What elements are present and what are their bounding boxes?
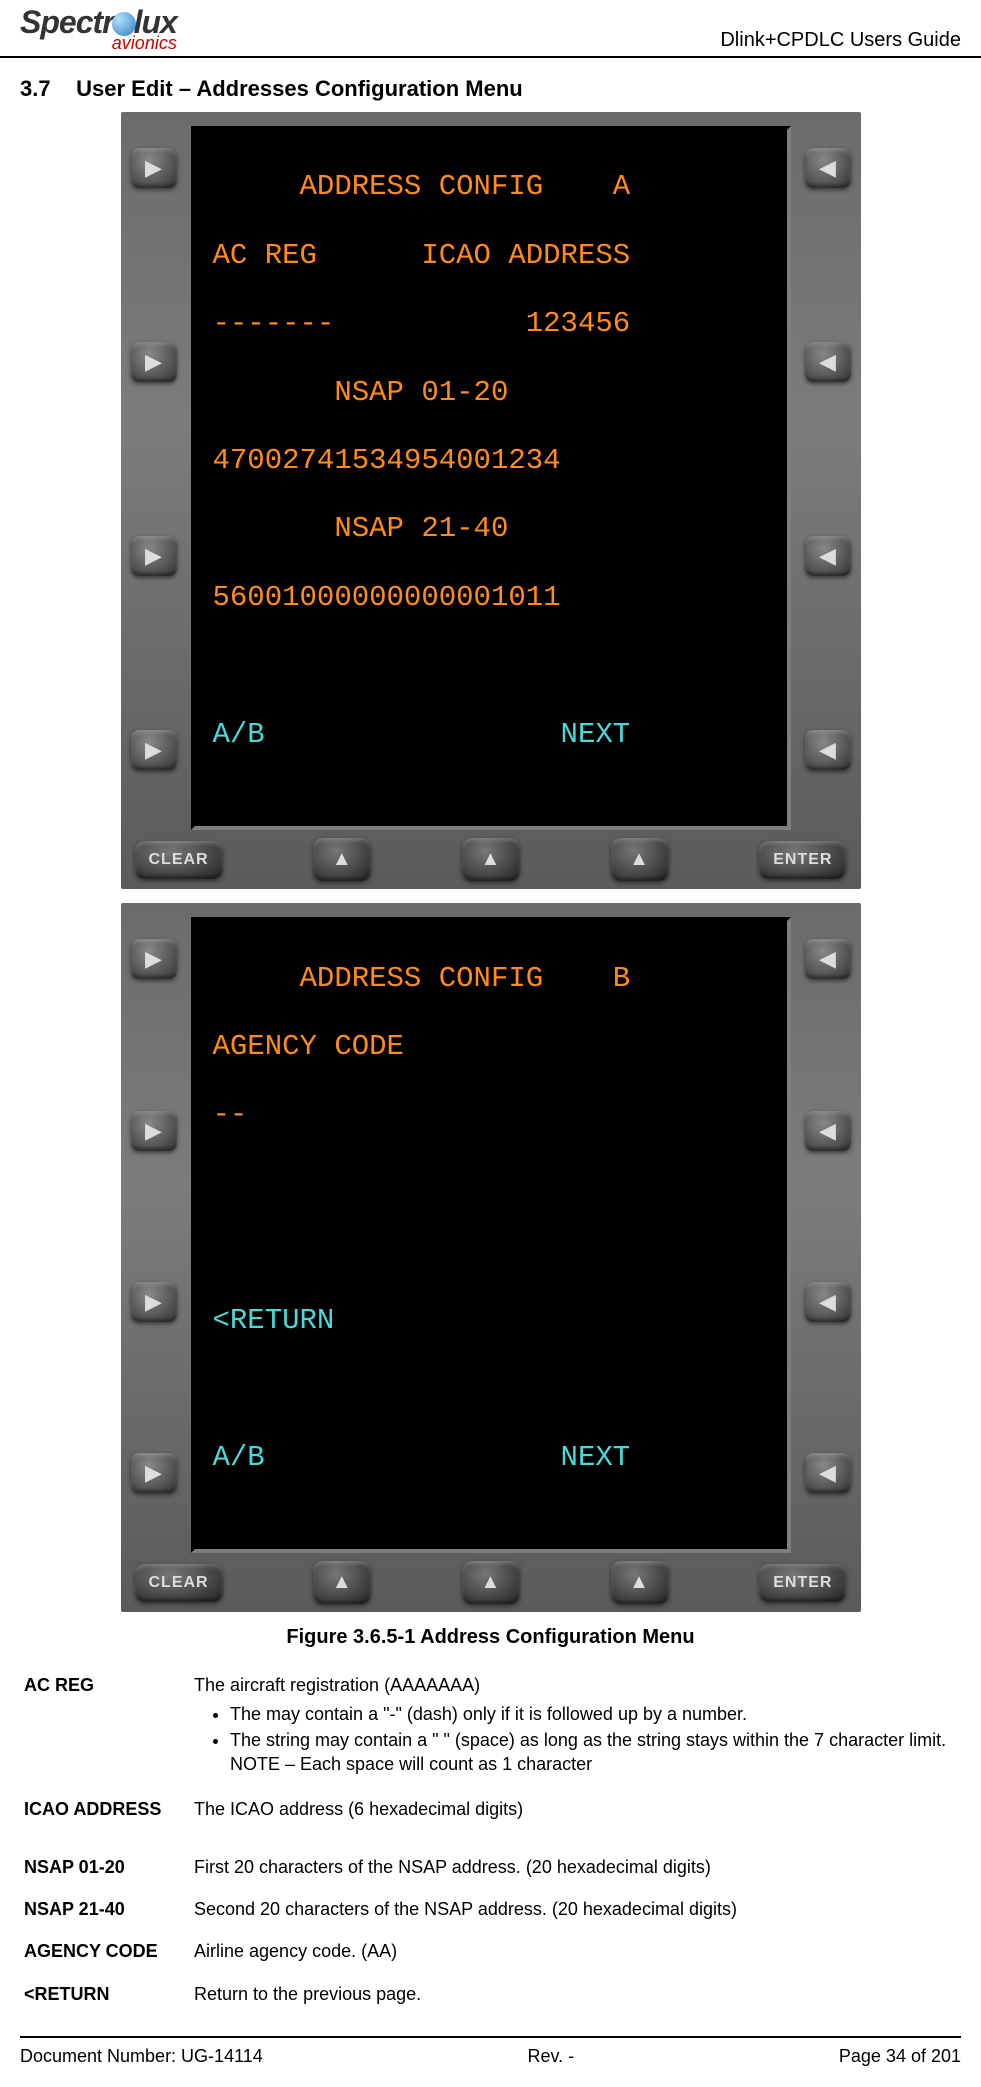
- logo-sub: avionics: [20, 34, 177, 52]
- definitions-table: AC REG The aircraft registration (AAAAAA…: [24, 1673, 957, 2006]
- screen-line: [213, 649, 769, 683]
- screen-line: A/B NEXT: [213, 1441, 769, 1475]
- screen-line: ------- 123456: [213, 307, 769, 341]
- figure-caption: Figure 3.6.5-1 Address Configuration Men…: [0, 1626, 981, 1649]
- cdu-panel-b: ▶ ▶ ▶ ▶ ADDRESS CONFIG B AGENCY CODE -- …: [121, 903, 861, 1612]
- def-desc: Airline agency code. (AA): [194, 1939, 957, 1963]
- def-row: ICAO ADDRESS The ICAO address (6 hexadec…: [24, 1797, 957, 1821]
- def-row: NSAP 01-20 First 20 characters of the NS…: [24, 1855, 957, 1879]
- def-term: <RETURN: [24, 1982, 194, 2006]
- lsk-r1[interactable]: ◀: [805, 939, 851, 979]
- lsk-r4[interactable]: ◀: [805, 730, 851, 770]
- page-footer: Document Number: UG-14114 Rev. - Page 34…: [20, 2036, 961, 2087]
- lsk-r4[interactable]: ◀: [805, 1453, 851, 1493]
- cdu-screen-b: ADDRESS CONFIG B AGENCY CODE -- <RETURN …: [191, 917, 791, 1553]
- up-button-2[interactable]: ▲: [462, 838, 520, 881]
- screen-line: [213, 1235, 769, 1269]
- up-button-3[interactable]: ▲: [611, 838, 669, 881]
- def-desc: Return to the previous page.: [194, 1982, 957, 2006]
- def-row: NSAP 21-40 Second 20 characters of the N…: [24, 1897, 957, 1921]
- lsk-l1[interactable]: ▶: [131, 939, 177, 979]
- def-bullet: The may contain a "-" (dash) only if it …: [230, 1702, 957, 1726]
- enter-button[interactable]: ENTER: [759, 841, 846, 879]
- screen-line: [213, 1372, 769, 1406]
- section-heading: User Edit – Addresses Configuration Menu: [76, 76, 523, 101]
- page-header: Spectrlux avionics Dlink+CPDLC Users Gui…: [0, 0, 981, 58]
- lsk-left-col: ▶ ▶ ▶ ▶: [131, 917, 191, 1553]
- screen-line: 56001000000000001011: [213, 581, 769, 615]
- enter-button[interactable]: ENTER: [759, 1564, 846, 1602]
- lsk-r2[interactable]: ◀: [805, 1111, 851, 1151]
- screen-line: AGENCY CODE: [213, 1030, 769, 1064]
- lsk-l2[interactable]: ▶: [131, 342, 177, 382]
- def-desc: The aircraft registration (AAAAAAA) The …: [194, 1673, 957, 1778]
- up-button-1[interactable]: ▲: [313, 1561, 371, 1604]
- header-title: Dlink+CPDLC Users Guide: [720, 29, 961, 52]
- screen-line: ADDRESS CONFIG A: [213, 170, 769, 204]
- screen-line: AC REG ICAO ADDRESS: [213, 239, 769, 273]
- def-term: NSAP 21-40: [24, 1897, 194, 1921]
- lsk-r2[interactable]: ◀: [805, 342, 851, 382]
- lsk-right-col: ◀ ◀ ◀ ◀: [791, 917, 851, 1553]
- def-term: AC REG: [24, 1673, 194, 1778]
- def-term: AGENCY CODE: [24, 1939, 194, 1963]
- lsk-l1[interactable]: ▶: [131, 148, 177, 188]
- def-term: NSAP 01-20: [24, 1855, 194, 1879]
- section-title: 3.7 User Edit – Addresses Configuration …: [20, 76, 981, 102]
- lsk-l4[interactable]: ▶: [131, 1453, 177, 1493]
- lsk-right-col: ◀ ◀ ◀ ◀: [791, 126, 851, 830]
- lsk-l3[interactable]: ▶: [131, 1282, 177, 1322]
- logo: Spectrlux avionics: [20, 6, 177, 52]
- section-number: 3.7: [20, 76, 70, 102]
- footer-page: Page 34 of 201: [839, 2046, 961, 2067]
- screen-line: NSAP 21-40: [213, 512, 769, 546]
- def-desc: First 20 characters of the NSAP address.…: [194, 1855, 957, 1879]
- up-button-2[interactable]: ▲: [462, 1561, 520, 1604]
- lsk-l2[interactable]: ▶: [131, 1111, 177, 1151]
- screen-line: A/B NEXT: [213, 718, 769, 752]
- def-bullet: The string may contain a " " (space) as …: [230, 1728, 957, 1777]
- cdu-panel-a: ▶ ▶ ▶ ▶ ADDRESS CONFIG A AC REG ICAO ADD…: [121, 112, 861, 889]
- lsk-r3[interactable]: ◀: [805, 1282, 851, 1322]
- screen-line: NSAP 01-20: [213, 376, 769, 410]
- lsk-left-col: ▶ ▶ ▶ ▶: [131, 126, 191, 830]
- def-desc: The ICAO address (6 hexadecimal digits): [194, 1797, 957, 1821]
- lsk-l3[interactable]: ▶: [131, 536, 177, 576]
- clear-button[interactable]: CLEAR: [135, 841, 223, 879]
- screen-line: 47002741534954001234: [213, 444, 769, 478]
- def-term: ICAO ADDRESS: [24, 1797, 194, 1821]
- footer-rev: Rev. -: [528, 2046, 575, 2067]
- up-button-1[interactable]: ▲: [313, 838, 371, 881]
- footer-doc: Document Number: UG-14114: [20, 2046, 263, 2067]
- def-row: <RETURN Return to the previous page.: [24, 1982, 957, 2006]
- lsk-r1[interactable]: ◀: [805, 148, 851, 188]
- up-button-3[interactable]: ▲: [611, 1561, 669, 1604]
- def-row: AC REG The aircraft registration (AAAAAA…: [24, 1673, 957, 1778]
- screen-line: [213, 1167, 769, 1201]
- screen-line: --: [213, 1098, 769, 1132]
- clear-button[interactable]: CLEAR: [135, 1564, 223, 1602]
- cdu-screen-a: ADDRESS CONFIG A AC REG ICAO ADDRESS ---…: [191, 126, 791, 830]
- lsk-l4[interactable]: ▶: [131, 730, 177, 770]
- def-desc: Second 20 characters of the NSAP address…: [194, 1897, 957, 1921]
- lsk-r3[interactable]: ◀: [805, 536, 851, 576]
- def-row: AGENCY CODE Airline agency code. (AA): [24, 1939, 957, 1963]
- screen-line: ADDRESS CONFIG B: [213, 962, 769, 996]
- screen-line: <RETURN: [213, 1304, 769, 1338]
